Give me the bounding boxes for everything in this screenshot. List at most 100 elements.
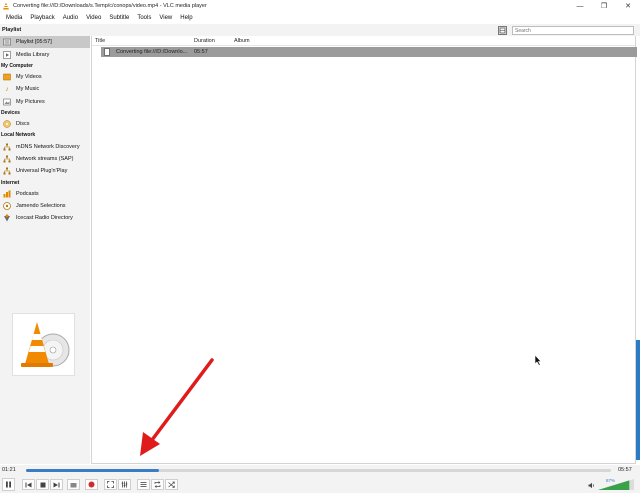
menu-bar: Media Playback Audio Video Subtitle Tool…	[0, 12, 640, 23]
videos-icon	[3, 73, 11, 81]
sidebar-category-local-network: Local Network	[1, 132, 36, 139]
sidebar-item-label: Icecast Radio Directory	[16, 215, 73, 222]
record-icon	[88, 481, 95, 488]
sidebar-item-upnp[interactable]: Universal Plug'n'Play	[0, 165, 90, 177]
annotation-arrow	[140, 358, 214, 456]
sidebar-item-label: My Music	[16, 86, 40, 93]
search-input[interactable]	[512, 26, 634, 35]
sidebar-item-icecast[interactable]: Icecast Radio Directory	[0, 212, 90, 224]
menu-playback[interactable]: Playback	[26, 15, 58, 21]
controls-bar: 87%	[0, 476, 640, 493]
sidebar: Playlist [05:57] Media Library My Comput…	[0, 36, 90, 464]
title-bar: Converting file:///D:/Downloads/s.Temp/c…	[0, 0, 640, 12]
menu-audio[interactable]: Audio	[59, 15, 82, 21]
mouse-cursor-icon	[534, 354, 542, 368]
sidebar-item-mdns[interactable]: mDNS Network Discovery	[0, 140, 90, 152]
music-icon: ♪	[5, 85, 9, 93]
disc-icon	[3, 120, 11, 128]
background-window-edge	[636, 340, 640, 460]
sidebar-item-label: Discs	[16, 121, 30, 128]
menu-video[interactable]: Video	[82, 15, 105, 21]
sidebar-item-my-pictures[interactable]: My Pictures	[0, 96, 90, 108]
pictures-icon	[3, 98, 11, 106]
sidebar-item-label: Jamendo Selections	[16, 203, 66, 210]
column-duration[interactable]: Duration	[194, 38, 215, 44]
table-row[interactable]: Converting file:///D:/Downlo... 05:57	[101, 47, 637, 57]
playlist-view: Title Duration Album Converting file:///…	[91, 36, 637, 464]
close-button[interactable]: ✕	[616, 0, 640, 12]
sidebar-category-internet: Internet	[1, 179, 20, 186]
playlist-header-title: Playlist	[2, 27, 22, 33]
sidebar-item-label: Playlist [05:57]	[16, 39, 52, 46]
sidebar-item-podcasts[interactable]: Podcasts	[0, 188, 90, 200]
snapshot-button[interactable]	[67, 479, 80, 490]
sidebar-item-label: Podcasts	[16, 190, 39, 197]
menu-tools[interactable]: Tools	[133, 15, 155, 21]
fullscreen-button[interactable]	[104, 479, 117, 490]
view-toggle-icon[interactable]	[498, 26, 507, 35]
volume-slider[interactable]: 87%	[588, 478, 634, 491]
menu-help[interactable]: Help	[176, 15, 196, 21]
maximize-button[interactable]: ❐	[592, 0, 616, 12]
menu-subtitle[interactable]: Subtitle	[105, 15, 133, 21]
stop-icon	[40, 482, 45, 487]
playlist-icon	[3, 38, 11, 46]
sidebar-item-jamendo[interactable]: Jamendo Selections	[0, 200, 90, 212]
total-time: 05:57	[618, 467, 632, 473]
pause-icon	[6, 481, 11, 488]
playlist-toggle-button[interactable]	[137, 479, 150, 490]
sidebar-item-sap[interactable]: Network streams (SAP)	[0, 153, 90, 165]
volume-wedge	[598, 479, 634, 490]
shuffle-icon	[168, 481, 175, 488]
column-album[interactable]: Album	[234, 38, 250, 44]
sidebar-item-label: Media Library	[16, 51, 50, 58]
extended-settings-button[interactable]	[118, 479, 131, 490]
row-title: Converting file:///D:/Downlo...	[116, 49, 188, 55]
menu-view[interactable]: View	[155, 15, 176, 21]
jamendo-icon	[3, 202, 11, 210]
sidebar-item-media-library[interactable]: Media Library	[0, 48, 90, 60]
shuffle-button[interactable]	[165, 479, 178, 490]
sidebar-item-label: My Pictures	[16, 98, 45, 105]
previous-icon	[25, 482, 32, 487]
stop-button[interactable]	[36, 479, 49, 490]
record-button[interactable]	[85, 479, 98, 490]
sidebar-item-playlist[interactable]: Playlist [05:57]	[0, 36, 90, 49]
playlist-header: Playlist	[0, 24, 640, 36]
sidebar-item-label: mDNS Network Discovery	[16, 143, 80, 150]
equalizer-icon	[121, 481, 128, 488]
network-icon	[3, 143, 11, 151]
sidebar-item-my-music[interactable]: ♪ My Music	[0, 83, 90, 95]
sidebar-item-label: Universal Plug'n'Play	[16, 168, 68, 175]
vlc-album-art-icon	[21, 322, 70, 367]
sidebar-item-my-videos[interactable]: My Videos	[0, 71, 90, 83]
previous-button[interactable]	[22, 479, 35, 490]
sidebar-item-label: My Videos	[16, 73, 42, 80]
seek-slider[interactable]	[26, 469, 611, 472]
minimize-button[interactable]: —	[568, 0, 592, 12]
pause-button[interactable]	[2, 478, 15, 491]
sidebar-item-discs[interactable]: Discs	[0, 118, 90, 130]
network-icon	[3, 155, 11, 163]
podcast-icon	[3, 190, 11, 198]
icecast-icon	[3, 214, 11, 222]
loop-icon	[154, 481, 161, 488]
camera-icon	[70, 482, 77, 487]
file-icon	[104, 48, 110, 56]
media-library-icon	[3, 50, 11, 59]
elapsed-time: 01:21	[2, 467, 16, 473]
column-title[interactable]: Title	[95, 38, 105, 44]
next-button[interactable]	[50, 479, 63, 490]
seek-progress	[26, 469, 159, 472]
volume-label: 87%	[606, 478, 616, 483]
network-icon	[3, 167, 11, 175]
speaker-icon	[588, 482, 594, 489]
loop-button[interactable]	[151, 479, 164, 490]
sidebar-category-my-computer: My Computer	[1, 62, 33, 69]
row-duration: 05:57	[194, 49, 208, 55]
menu-media[interactable]: Media	[2, 15, 26, 21]
column-header: Title Duration Album	[92, 36, 635, 46]
sidebar-item-label: Network streams (SAP)	[16, 155, 74, 162]
next-icon	[53, 482, 60, 487]
album-art	[12, 313, 75, 376]
